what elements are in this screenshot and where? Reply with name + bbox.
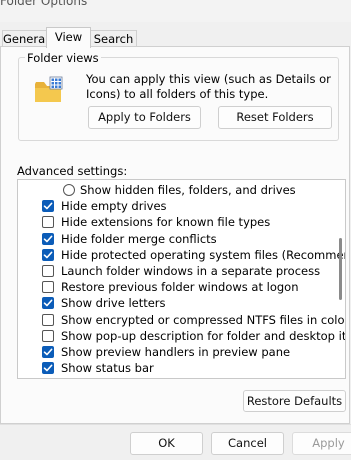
setting-row[interactable]: Launch folder windows in a separate proc… — [18, 263, 328, 279]
setting-row[interactable]: Hide protected operating system files (R… — [18, 247, 345, 263]
checkbox-checked[interactable] — [42, 297, 54, 310]
checkbox-unchecked[interactable] — [42, 281, 54, 294]
apply-button[interactable]: Apply — [292, 432, 351, 455]
reset-folders-button[interactable]: Reset Folders — [218, 106, 332, 129]
setting-label: Hide extensions for known file types — [61, 215, 271, 230]
setting-label: Show status bar — [61, 361, 154, 376]
checkbox-unchecked[interactable] — [42, 329, 54, 342]
setting-label: Show hidden files, folders, and drives — [80, 183, 296, 197]
setting-row[interactable]: Show pop-up description for folder and d… — [18, 328, 345, 344]
folder-views-title: Folder views — [25, 51, 101, 65]
folder-views-group: Folder views You can apply this view (su… — [18, 51, 339, 141]
setting-label: Restore previous folder windows at logon — [61, 280, 299, 295]
tab-general[interactable]: General — [2, 30, 48, 47]
view-tab-panel: Folder views You can apply this view (su… — [0, 46, 350, 424]
title-bar: Folder Options — [0, 0, 351, 22]
checkbox-unchecked[interactable] — [42, 313, 54, 326]
setting-row[interactable]: Show preview handlers in preview pane — [18, 344, 328, 360]
setting-row[interactable]: Show encrypted or compressed NTFS files … — [18, 312, 345, 328]
setting-label: Hide folder merge conflicts — [61, 231, 217, 246]
setting-label: Show pop-up description for folder and d… — [61, 328, 346, 343]
setting-label: Launch folder windows in a separate proc… — [61, 264, 321, 278]
window-title: Folder Options — [0, 0, 88, 8]
radio-button[interactable] — [63, 184, 75, 196]
ok-button[interactable]: OK — [130, 432, 203, 455]
setting-label: Hide protected operating system files (R… — [61, 247, 346, 262]
setting-row[interactable]: Show drive letters — [18, 295, 328, 311]
setting-label: Hide empty drives — [61, 199, 167, 214]
setting-row[interactable]: Restore previous folder windows at logon — [18, 279, 328, 295]
scrollbar-thumb[interactable] — [339, 238, 342, 300]
tab-view[interactable]: View — [46, 27, 91, 48]
restore-defaults-button[interactable]: Restore Defaults — [243, 390, 346, 412]
setting-row[interactable]: Hide empty drives — [18, 198, 328, 214]
setting-row[interactable]: Hide extensions for known file types — [18, 214, 328, 230]
tab-strip: General View Search — [0, 27, 351, 48]
checkbox-unchecked[interactable] — [42, 216, 54, 229]
setting-label: Show encrypted or compressed NTFS files … — [61, 312, 346, 327]
checkbox-checked[interactable] — [42, 346, 54, 358]
setting-row[interactable]: Hide folder merge conflicts — [18, 231, 328, 247]
setting-row[interactable]: Show status bar — [18, 360, 328, 376]
tab-search[interactable]: Search — [90, 30, 137, 47]
setting-label: Show drive letters — [61, 296, 166, 311]
advanced-settings-list[interactable]: Show hidden files, folders, and drives Hi… — [17, 179, 346, 379]
advanced-settings-label: Advanced settings: — [17, 164, 128, 178]
setting-row[interactable]: Show hidden files, folders, and drives — [18, 182, 328, 198]
checkbox-unchecked[interactable] — [42, 265, 54, 277]
apply-to-folders-button[interactable]: Apply to Folders — [88, 106, 201, 129]
setting-label: Show preview handlers in preview pane — [61, 345, 291, 359]
folder-grid-icon — [34, 76, 64, 107]
checkbox-checked[interactable] — [42, 248, 54, 261]
folder-views-description: You can apply this view (such as Details… — [86, 72, 331, 101]
checkbox-checked[interactable] — [42, 232, 54, 245]
checkbox-checked[interactable] — [42, 200, 54, 213]
checkbox-checked[interactable] — [42, 362, 54, 375]
cancel-button[interactable]: Cancel — [211, 432, 284, 455]
